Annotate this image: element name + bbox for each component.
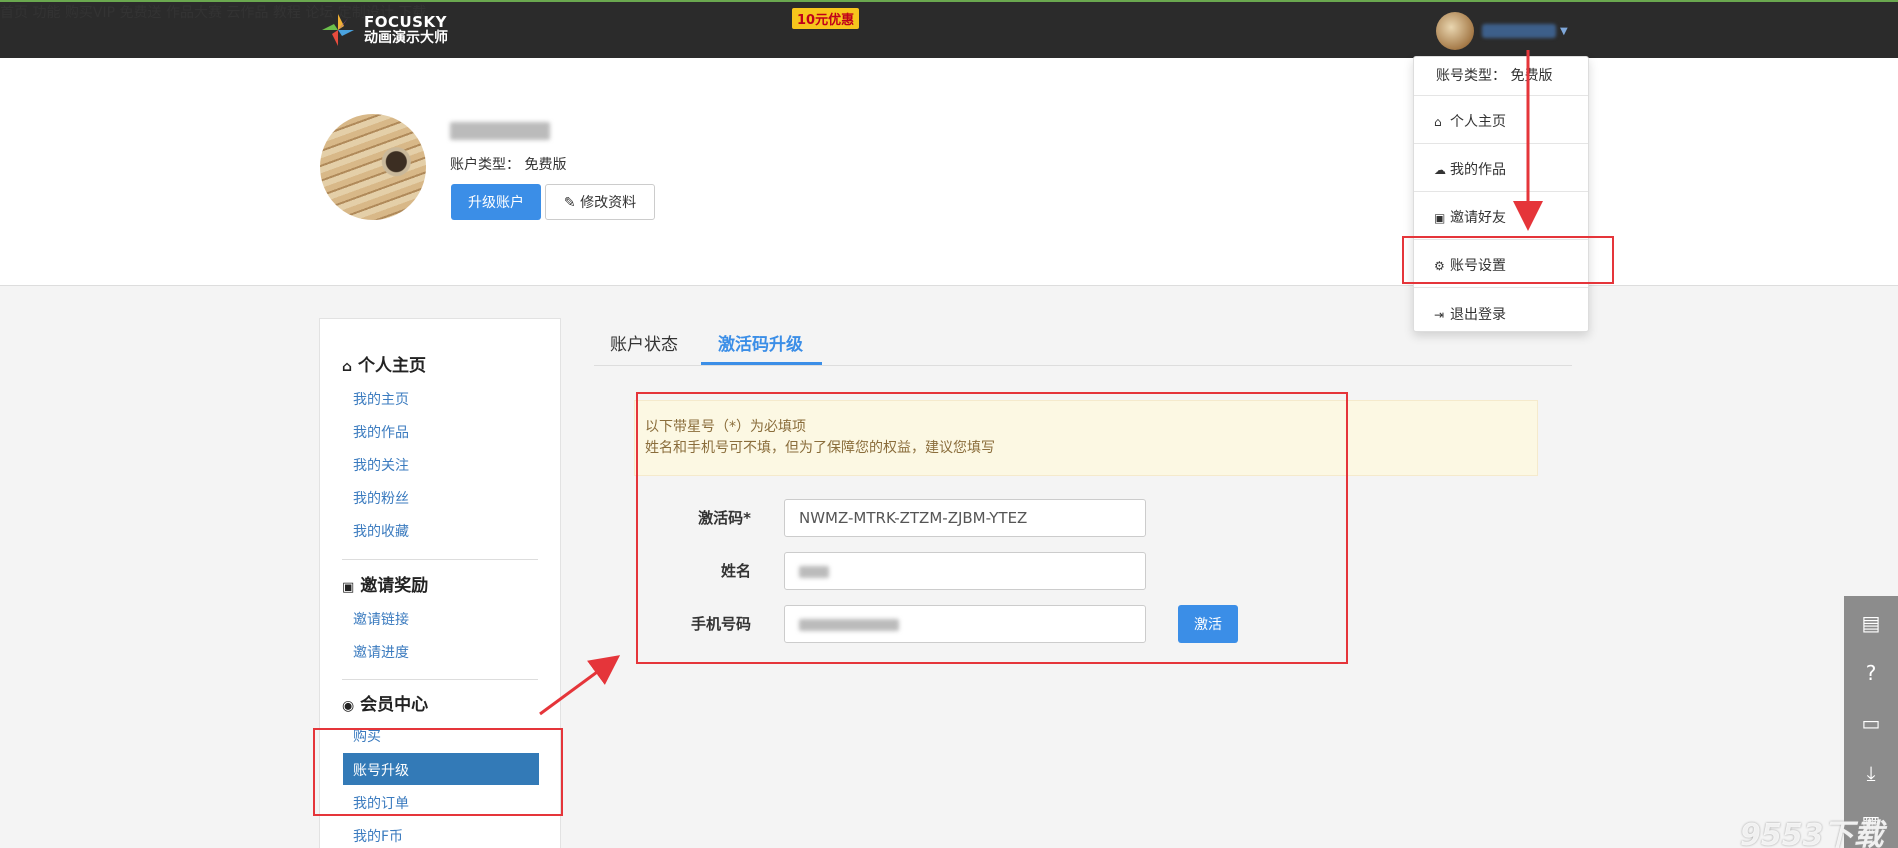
book-icon[interactable]: ▤	[1844, 598, 1898, 648]
site-watermark: 9553下载	[1740, 818, 1884, 848]
annotation-arrows	[539, 50, 1543, 716]
help-icon[interactable]: ?	[1844, 648, 1898, 698]
download-icon[interactable]: ⤓	[1844, 748, 1898, 798]
chat-icon[interactable]: ▭	[1844, 698, 1898, 748]
arrow-to-form	[539, 655, 621, 716]
